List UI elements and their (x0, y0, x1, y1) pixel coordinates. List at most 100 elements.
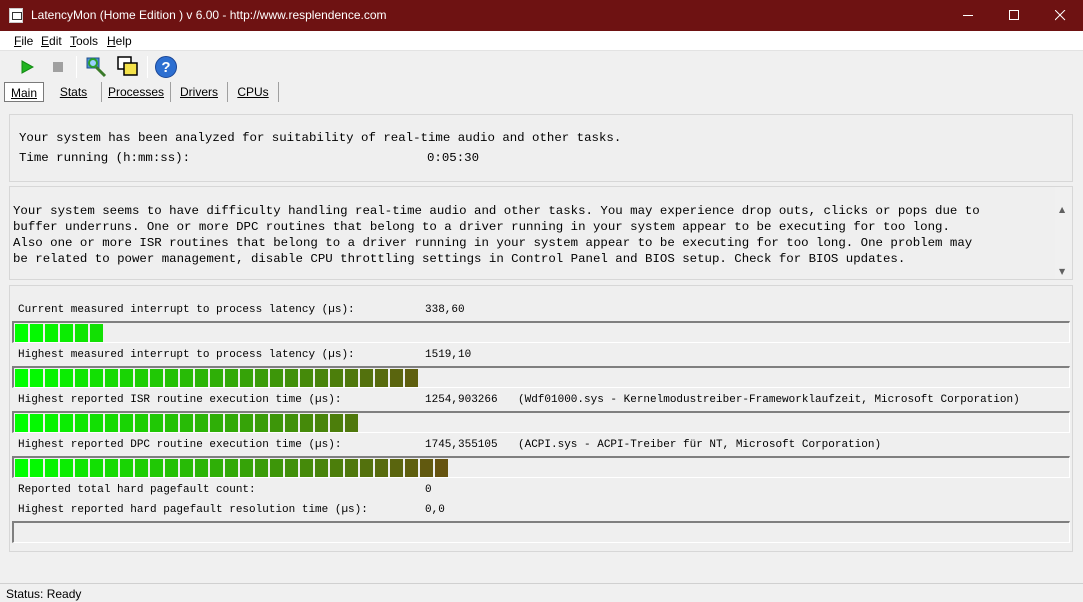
bar-segment (360, 459, 373, 477)
stop-icon (53, 62, 63, 72)
maximize-button[interactable] (991, 0, 1037, 31)
bar-segment (60, 324, 73, 342)
menu-file-label: ile (21, 34, 34, 48)
bar-segment (30, 324, 43, 342)
tab-cpus[interactable]: CPUs (228, 82, 279, 102)
bar-segment (75, 414, 88, 432)
bar-segment (120, 369, 133, 387)
highest-latency-bar-fill (15, 369, 420, 387)
bar-segment (75, 369, 88, 387)
bar-segment (345, 414, 358, 432)
bar-segment (390, 459, 403, 477)
bar-segment (90, 369, 103, 387)
diagnosis-message: Your system seems to have difficulty han… (13, 204, 980, 266)
minimize-button[interactable] (945, 0, 991, 31)
bar-segment (180, 459, 193, 477)
bar-segment (210, 369, 223, 387)
bar-segment (15, 324, 28, 342)
title-bar[interactable]: LatencyMon (Home Edition ) v 6.00 - http… (0, 0, 1083, 31)
svg-text:?: ? (161, 59, 170, 76)
bar-segment (330, 369, 343, 387)
bar-segment (60, 414, 73, 432)
highest-dpc-value: 1745,355105 (425, 439, 498, 451)
bar-segment (30, 459, 43, 477)
menu-edit[interactable]: Edit (41, 34, 62, 48)
bar-segment (315, 459, 328, 477)
tab-processes[interactable]: Processes (102, 82, 171, 102)
stop-button[interactable] (46, 55, 70, 79)
bar-segment (285, 459, 298, 477)
tab-drivers[interactable]: Drivers (171, 82, 228, 102)
bar-segment (315, 414, 328, 432)
bar-segment (135, 369, 148, 387)
pagefault-time-label: Highest reported hard pagefault resoluti… (18, 504, 368, 516)
maximize-icon (1008, 10, 1019, 20)
bar-segment (225, 414, 238, 432)
bar-segment (285, 369, 298, 387)
bar-segment (45, 369, 58, 387)
help-button[interactable]: ? (154, 55, 178, 79)
bar-segment (300, 414, 313, 432)
bar-segment (315, 369, 328, 387)
current-latency-label: Current measured interrupt to process la… (18, 304, 355, 316)
bar-segment (30, 369, 43, 387)
bar-segment (225, 459, 238, 477)
bar-segment (60, 459, 73, 477)
analyze-button[interactable] (84, 55, 108, 79)
tab-main[interactable]: Main (4, 82, 44, 102)
bar-segment (195, 369, 208, 387)
bar-segment (45, 414, 58, 432)
current-latency-bar-fill (15, 324, 105, 342)
bar-segment (420, 459, 433, 477)
menu-file[interactable]: File (14, 34, 33, 48)
tab-bar: Main Stats Processes Drivers CPUs (0, 82, 1083, 104)
bar-segment (45, 324, 58, 342)
bar-segment (255, 459, 268, 477)
highest-latency-value: 1519,10 (425, 349, 472, 361)
bar-segment (435, 459, 448, 477)
bar-segment (180, 414, 193, 432)
bar-segment (135, 459, 148, 477)
bar-segment (300, 459, 313, 477)
menu-help-label: elp (115, 34, 132, 48)
windows-icon (117, 56, 138, 76)
pagefault-count-label: Reported total hard pagefault count: (18, 484, 256, 496)
toolbar-separator (76, 56, 77, 78)
status-bar: Status: Ready (0, 583, 1083, 602)
bar-segment (105, 369, 118, 387)
app-icon (9, 8, 23, 23)
highest-dpc-driver: (ACPI.sys - ACPI-Treiber für NT, Microso… (518, 439, 882, 451)
bar-segment (165, 459, 178, 477)
window-title: LatencyMon (Home Edition ) v 6.00 - http… (31, 8, 387, 22)
bar-segment (165, 369, 178, 387)
highest-latency-bar (12, 366, 1070, 388)
windows-button[interactable] (116, 55, 140, 79)
scroll-up-icon[interactable]: ▲ (1059, 205, 1065, 214)
status-text: Status: Ready (6, 587, 82, 601)
bar-segment (255, 414, 268, 432)
highest-dpc-bar-fill (15, 459, 450, 477)
menu-bar: File Edit Tools Help (0, 31, 1083, 51)
start-button[interactable] (15, 55, 39, 79)
bar-segment (285, 414, 298, 432)
highest-dpc-label: Highest reported DPC routine execution t… (18, 439, 342, 451)
scroll-down-icon[interactable]: ▼ (1059, 267, 1065, 276)
menu-help[interactable]: Help (107, 34, 132, 48)
bar-segment (240, 459, 253, 477)
pagefault-time-bar (12, 521, 1070, 543)
highest-isr-value: 1254,903266 (425, 394, 498, 406)
message-scrollbar[interactable]: ▲ ▼ (1055, 187, 1072, 279)
bar-segment (180, 369, 193, 387)
menu-tools[interactable]: Tools (70, 34, 98, 48)
bar-segment (210, 414, 223, 432)
bar-segment (375, 459, 388, 477)
bar-segment (405, 369, 418, 387)
tab-stats[interactable]: Stats (46, 82, 102, 102)
close-button[interactable] (1037, 0, 1083, 31)
highest-latency-label: Highest measured interrupt to process la… (18, 349, 355, 361)
current-latency-bar (12, 321, 1070, 343)
bar-segment (150, 369, 163, 387)
bar-segment (390, 369, 403, 387)
bar-segment (300, 369, 313, 387)
minimize-icon (962, 15, 973, 16)
